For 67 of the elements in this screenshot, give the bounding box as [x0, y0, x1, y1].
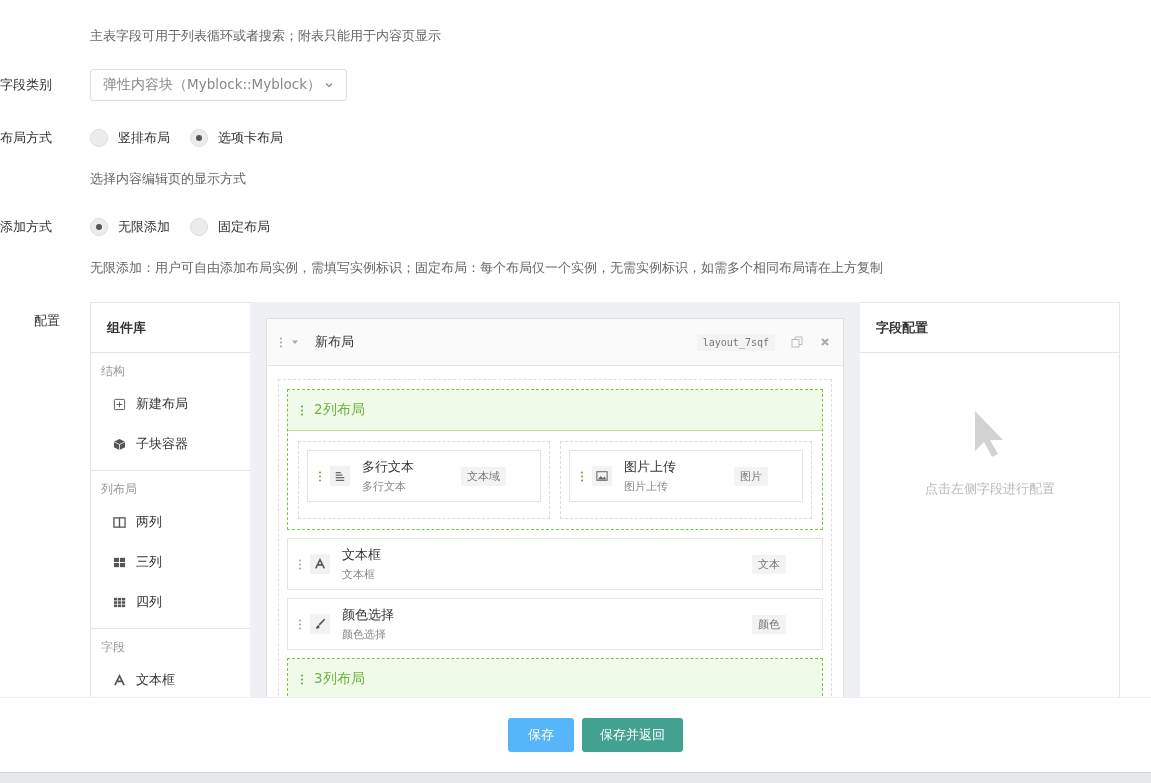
plus-box-icon — [113, 397, 126, 411]
field-type-select[interactable]: 弹性内容块（Myblock::Myblock） — [90, 69, 347, 101]
radio-button[interactable] — [90, 218, 108, 236]
image-icon — [592, 466, 612, 486]
field-title: 图片上传 — [624, 458, 677, 476]
letter-a-icon — [310, 554, 330, 574]
field-title: 文本框 — [342, 546, 382, 564]
group-title: 字段 — [100, 639, 126, 656]
group-title: 列布局 — [100, 481, 138, 498]
brush-icon — [310, 614, 330, 634]
field-type-tag: 文本 — [752, 554, 786, 574]
drag-handle-icon[interactable] — [580, 470, 584, 482]
field-label: 添加方式 — [0, 218, 53, 236]
grid-icon — [113, 595, 126, 609]
cube-icon — [113, 437, 126, 451]
caret-icon[interactable] — [291, 339, 299, 345]
field-subtitle: 图片上传 — [624, 479, 669, 494]
field-card[interactable]: 颜色选择 颜色选择 颜色 — [287, 598, 823, 650]
two-column-icon — [113, 515, 126, 529]
field-card[interactable]: 图片上传 图片上传 图片 — [569, 450, 803, 502]
field-label: 布局方式 — [0, 129, 53, 147]
field-title: 多行文本 — [362, 458, 415, 476]
component-item[interactable]: 子块容器 — [91, 424, 250, 464]
field-type-tag: 文本域 — [461, 466, 506, 486]
letter-a-icon — [113, 673, 126, 687]
radio-button[interactable] — [90, 129, 108, 147]
field-subtitle: 文本框 — [342, 567, 376, 582]
hint-text: 主表字段可用于列表循环或者搜索；附表只能用于内容页显示 — [90, 28, 442, 44]
panel-title: 字段配置 — [876, 318, 928, 337]
layout-title: 新布局 — [315, 333, 355, 351]
group-title: 结构 — [100, 363, 126, 380]
horizontal-scrollbar[interactable] — [0, 772, 1151, 783]
component-item[interactable]: 新建布局 — [91, 384, 250, 424]
radio-label[interactable]: 固定布局 — [218, 218, 270, 236]
caret-icon[interactable] — [324, 80, 334, 90]
block-title: 3列布局 — [314, 670, 365, 688]
field-card[interactable]: 文本框 文本框 文本 — [287, 538, 823, 590]
field-title: 颜色选择 — [342, 606, 395, 624]
component-item[interactable]: 四列 — [91, 582, 250, 622]
radio-button[interactable] — [190, 129, 208, 147]
copy-icon[interactable] — [791, 336, 803, 348]
radio-label[interactable]: 无限添加 — [118, 218, 170, 236]
field-card[interactable]: 多行文本 多行文本 文本域 — [307, 450, 541, 502]
field-subtitle: 多行文本 — [362, 479, 407, 494]
field-subtitle: 颜色选择 — [342, 627, 387, 642]
hint-text: 无限添加：用户可自由添加布局实例，需填写实例标识；固定布局：每个布局仅一个实例，无需实例标识，如需多个相同布局请在上方复制 — [90, 260, 884, 276]
radio-label[interactable]: 竖排布局 — [118, 129, 170, 147]
field-label: 字段类别 — [0, 76, 53, 94]
panel-title: 组件库 — [107, 318, 146, 337]
layout-key: layout_7sqf — [696, 333, 775, 351]
field-type-tag: 颜色 — [752, 614, 786, 634]
component-item[interactable]: 文本框 — [91, 660, 250, 697]
empty-hint: 点击左侧字段进行配置 — [924, 481, 1055, 498]
drag-handle-icon[interactable] — [300, 404, 304, 416]
field-type-tag: 图片 — [734, 466, 768, 486]
grid-icon — [113, 555, 126, 569]
block-title: 2列布局 — [314, 401, 365, 419]
component-item[interactable]: 三列 — [91, 542, 250, 582]
field-label: 配置 — [34, 313, 60, 328]
hint-text: 选择内容编辑页的显示方式 — [90, 171, 247, 187]
radio-label[interactable]: 选项卡布局 — [218, 129, 283, 147]
component-item[interactable]: 两列 — [91, 502, 250, 542]
text-lines-icon — [330, 466, 350, 486]
radio-button[interactable] — [190, 218, 208, 236]
close-icon[interactable] — [819, 336, 831, 348]
drag-handle-icon[interactable] — [300, 673, 304, 685]
drag-handle-icon[interactable] — [318, 470, 322, 482]
